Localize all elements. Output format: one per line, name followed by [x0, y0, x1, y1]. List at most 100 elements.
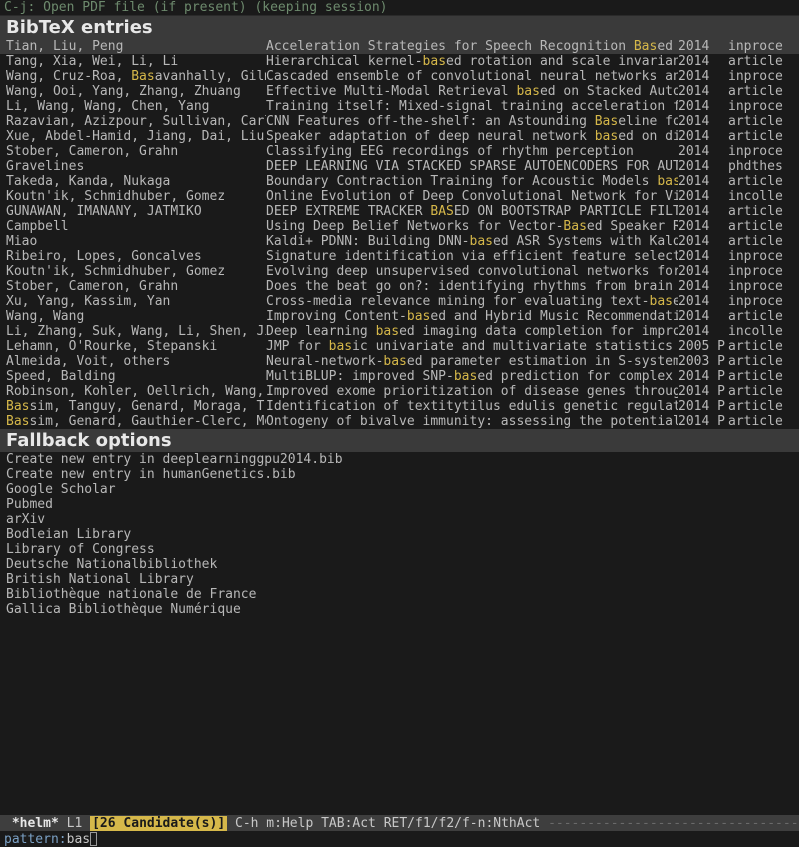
authors-cell: Gravelines — [6, 159, 266, 174]
title-cell: Deep learning based imaging data complet… — [266, 324, 678, 339]
title-cell: Kaldi+ PDNN: Building DNN-based ASR Syst… — [266, 234, 678, 249]
authors-cell: Miao — [6, 234, 266, 249]
fallback-item[interactable]: Deutsche Nationalbibliothek — [6, 557, 793, 572]
flag-cell: P — [714, 369, 728, 384]
flag-cell — [714, 159, 728, 174]
year-cell: 2014 — [678, 399, 714, 414]
bibtex-entry-row[interactable]: CampbellUsing Deep Belief Networks for V… — [0, 219, 799, 234]
bibtex-entry-row[interactable]: Robinson, Kohler, Oellrich, Wang, MuImpr… — [0, 384, 799, 399]
fallback-item[interactable]: Create new entry in humanGenetics.bib — [6, 467, 793, 482]
flag-cell — [714, 129, 728, 144]
bibtex-entry-row[interactable]: GravelinesDEEP LEARNING VIA STACKED SPAR… — [0, 159, 799, 174]
bibtex-entry-row[interactable]: Tang, Xia, Wei, Li, LiHierarchical kerne… — [0, 54, 799, 69]
year-cell: 2014 — [678, 84, 714, 99]
authors-cell: Lehamn, O'Rourke, Stepanski — [6, 339, 266, 354]
fallback-item[interactable]: arXiv — [6, 512, 793, 527]
authors-cell: Ribeiro, Lopes, Goncalves — [6, 249, 266, 264]
year-cell: 2014 — [678, 324, 714, 339]
year-cell: 2014 — [678, 129, 714, 144]
flag-cell — [714, 54, 728, 69]
modeline-spacer — [82, 816, 90, 831]
fallback-item[interactable]: Google Scholar — [6, 482, 793, 497]
year-cell: 2014 — [678, 234, 714, 249]
title-cell: DEEP EXTREME TRACKER BASED ON BOOTSTRAP … — [266, 204, 678, 219]
title-cell: Cascaded ensemble of convolutional neura… — [266, 69, 678, 84]
bibtex-entry-row[interactable]: Razavian, Azizpour, Sullivan, CarlssCNN … — [0, 114, 799, 129]
type-cell: inproce — [728, 144, 793, 159]
bibtex-entry-row[interactable]: Speed, BaldingMultiBLUP: improved SNP-ba… — [0, 369, 799, 384]
fallback-item[interactable]: Pubmed — [6, 497, 793, 512]
bibtex-entry-row[interactable]: Wang, Ooi, Yang, Zhang, ZhuangEffective … — [0, 84, 799, 99]
type-cell: article — [728, 219, 793, 234]
modeline-fill: ----------------------------------------… — [548, 816, 799, 831]
modeline-spacer — [227, 816, 235, 831]
bibtex-entry-row[interactable]: Bassim, Genard, Gauthier-Clerc, MoraOnto… — [0, 414, 799, 429]
authors-cell: Razavian, Azizpour, Sullivan, Carlss — [6, 114, 266, 129]
minibuffer-input[interactable]: bas — [67, 832, 90, 847]
bibtex-entry-row[interactable]: Stober, Cameron, GrahnDoes the beat go o… — [0, 279, 799, 294]
authors-cell: Takeda, Kanda, Nukaga — [6, 174, 266, 189]
modeline-spacer — [59, 816, 67, 831]
type-cell: inproce — [728, 294, 793, 309]
minibuffer-prompt: pattern: — [4, 832, 67, 847]
year-cell: 2014 — [678, 414, 714, 429]
title-cell: Online Evolution of Deep Convolutional N… — [266, 189, 678, 204]
type-cell: article — [728, 129, 793, 144]
fallback-item[interactable]: British National Library — [6, 572, 793, 587]
bibtex-entry-row[interactable]: Koutn'ik, Schmidhuber, GomezOnline Evolu… — [0, 189, 799, 204]
flag-cell — [714, 189, 728, 204]
bibtex-entry-row[interactable]: Koutn'ik, Schmidhuber, GomezEvolving dee… — [0, 264, 799, 279]
year-cell: 2005 — [678, 339, 714, 354]
year-cell: 2014 — [678, 69, 714, 84]
type-cell: inproce — [728, 99, 793, 114]
flag-cell — [714, 144, 728, 159]
type-cell: inproce — [728, 249, 793, 264]
type-cell: article — [728, 339, 793, 354]
cursor — [90, 832, 97, 846]
title-cell: Improving Content-based and Hybrid Music… — [266, 309, 678, 324]
bibtex-entry-row[interactable]: Takeda, Kanda, NukagaBoundary Contractio… — [0, 174, 799, 189]
bibtex-entry-row[interactable]: Almeida, Voit, othersNeural-network-base… — [0, 354, 799, 369]
bibtex-entry-row[interactable]: MiaoKaldi+ PDNN: Building DNN-based ASR … — [0, 234, 799, 249]
minibuffer[interactable]: pattern: bas — [0, 831, 799, 847]
flag-cell — [714, 219, 728, 234]
flag-cell — [714, 84, 728, 99]
flag-cell: P — [714, 339, 728, 354]
year-cell: 2014 — [678, 99, 714, 114]
bibtex-entry-row[interactable]: Wang, WangImproving Content-based and Hy… — [0, 309, 799, 324]
bibtex-entry-row[interactable]: Wang, Cruz-Roa, Basavanhally, GilmorCasc… — [0, 69, 799, 84]
bibtex-entry-row[interactable]: Ribeiro, Lopes, GoncalvesSignature ident… — [0, 249, 799, 264]
bibtex-entry-row[interactable]: Li, Zhang, Suk, Wang, Li, Shen, JiDeep l… — [0, 324, 799, 339]
bibtex-entry-row[interactable]: Xu, Yang, Kassim, YanCross-media relevan… — [0, 294, 799, 309]
bibtex-entry-row[interactable]: GUNAWAN, IMANANY, JATMIKODEEP EXTREME TR… — [0, 204, 799, 219]
fallback-item[interactable]: Bodleian Library — [6, 527, 793, 542]
modeline-spacer — [540, 816, 548, 831]
title-cell: Hierarchical kernel-based rotation and s… — [266, 54, 678, 69]
authors-cell: Speed, Balding — [6, 369, 266, 384]
bibtex-entry-row[interactable]: Lehamn, O'Rourke, StepanskiJMP for basic… — [0, 339, 799, 354]
type-cell: article — [728, 174, 793, 189]
type-cell: article — [728, 204, 793, 219]
fallback-item[interactable]: Create new entry in deeplearninggpu2014.… — [6, 452, 793, 467]
flag-cell — [714, 249, 728, 264]
flag-cell — [714, 324, 728, 339]
fallback-item[interactable]: Gallica Bibliothèque Numérique — [6, 602, 793, 617]
bibtex-entry-row[interactable]: Stober, Cameron, GrahnClassifying EEG re… — [0, 144, 799, 159]
flag-cell — [714, 204, 728, 219]
flag-cell — [714, 114, 728, 129]
bibtex-entry-row[interactable]: Tian, Liu, PengAcceleration Strategies f… — [0, 39, 799, 54]
title-cell: Ontogeny of bivalve immunity: assessing … — [266, 414, 678, 429]
type-cell: article — [728, 369, 793, 384]
title-cell: Identification of textitytilus edulis ge… — [266, 399, 678, 414]
authors-cell: Tang, Xia, Wei, Li, Li — [6, 54, 266, 69]
authors-cell: Campbell — [6, 219, 266, 234]
title-cell: Classifying EEG recordings of rhythm per… — [266, 144, 678, 159]
bibtex-entry-row[interactable]: Xue, Abdel-Hamid, Jiang, Dai, LiuSpeaker… — [0, 129, 799, 144]
fallback-item[interactable]: Bibliothèque nationale de France — [6, 587, 793, 602]
authors-cell: Stober, Cameron, Grahn — [6, 144, 266, 159]
year-cell: 2014 — [678, 144, 714, 159]
fallback-item[interactable]: Library of Congress — [6, 542, 793, 557]
bibtex-entry-row[interactable]: Bassim, Tanguy, Genard, Moraga, TremIden… — [0, 399, 799, 414]
bibtex-entry-row[interactable]: Li, Wang, Wang, Chen, YangTraining itsel… — [0, 99, 799, 114]
flag-cell: P — [714, 414, 728, 429]
